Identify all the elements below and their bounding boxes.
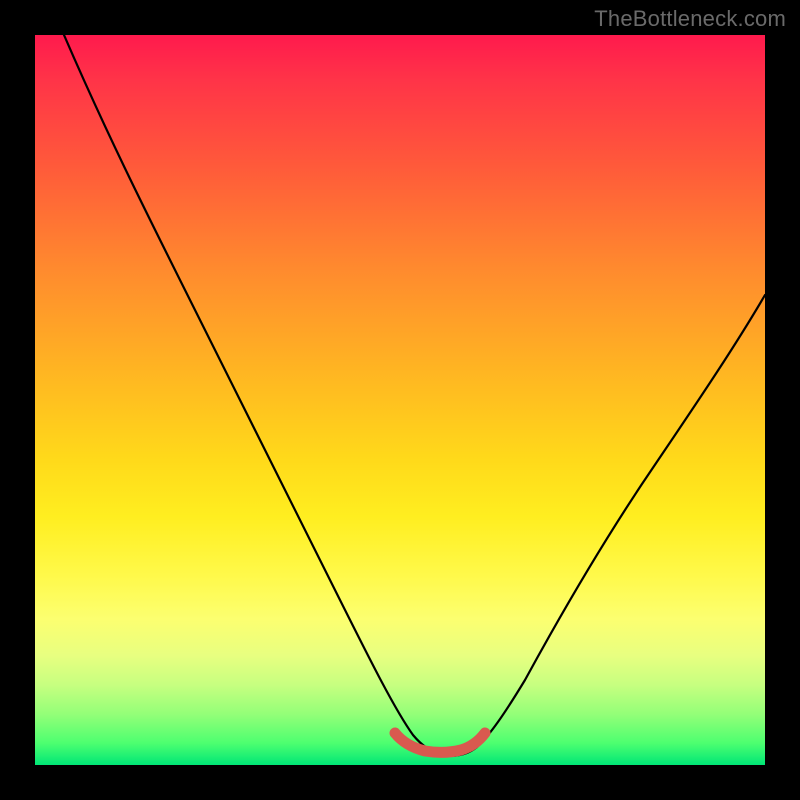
chart-frame: TheBottleneck.com: [0, 0, 800, 800]
target-band: [395, 733, 485, 752]
chart-svg: [35, 35, 765, 765]
watermark-text: TheBottleneck.com: [594, 6, 786, 32]
plot-area: [35, 35, 765, 765]
bottleneck-curve: [64, 35, 765, 756]
